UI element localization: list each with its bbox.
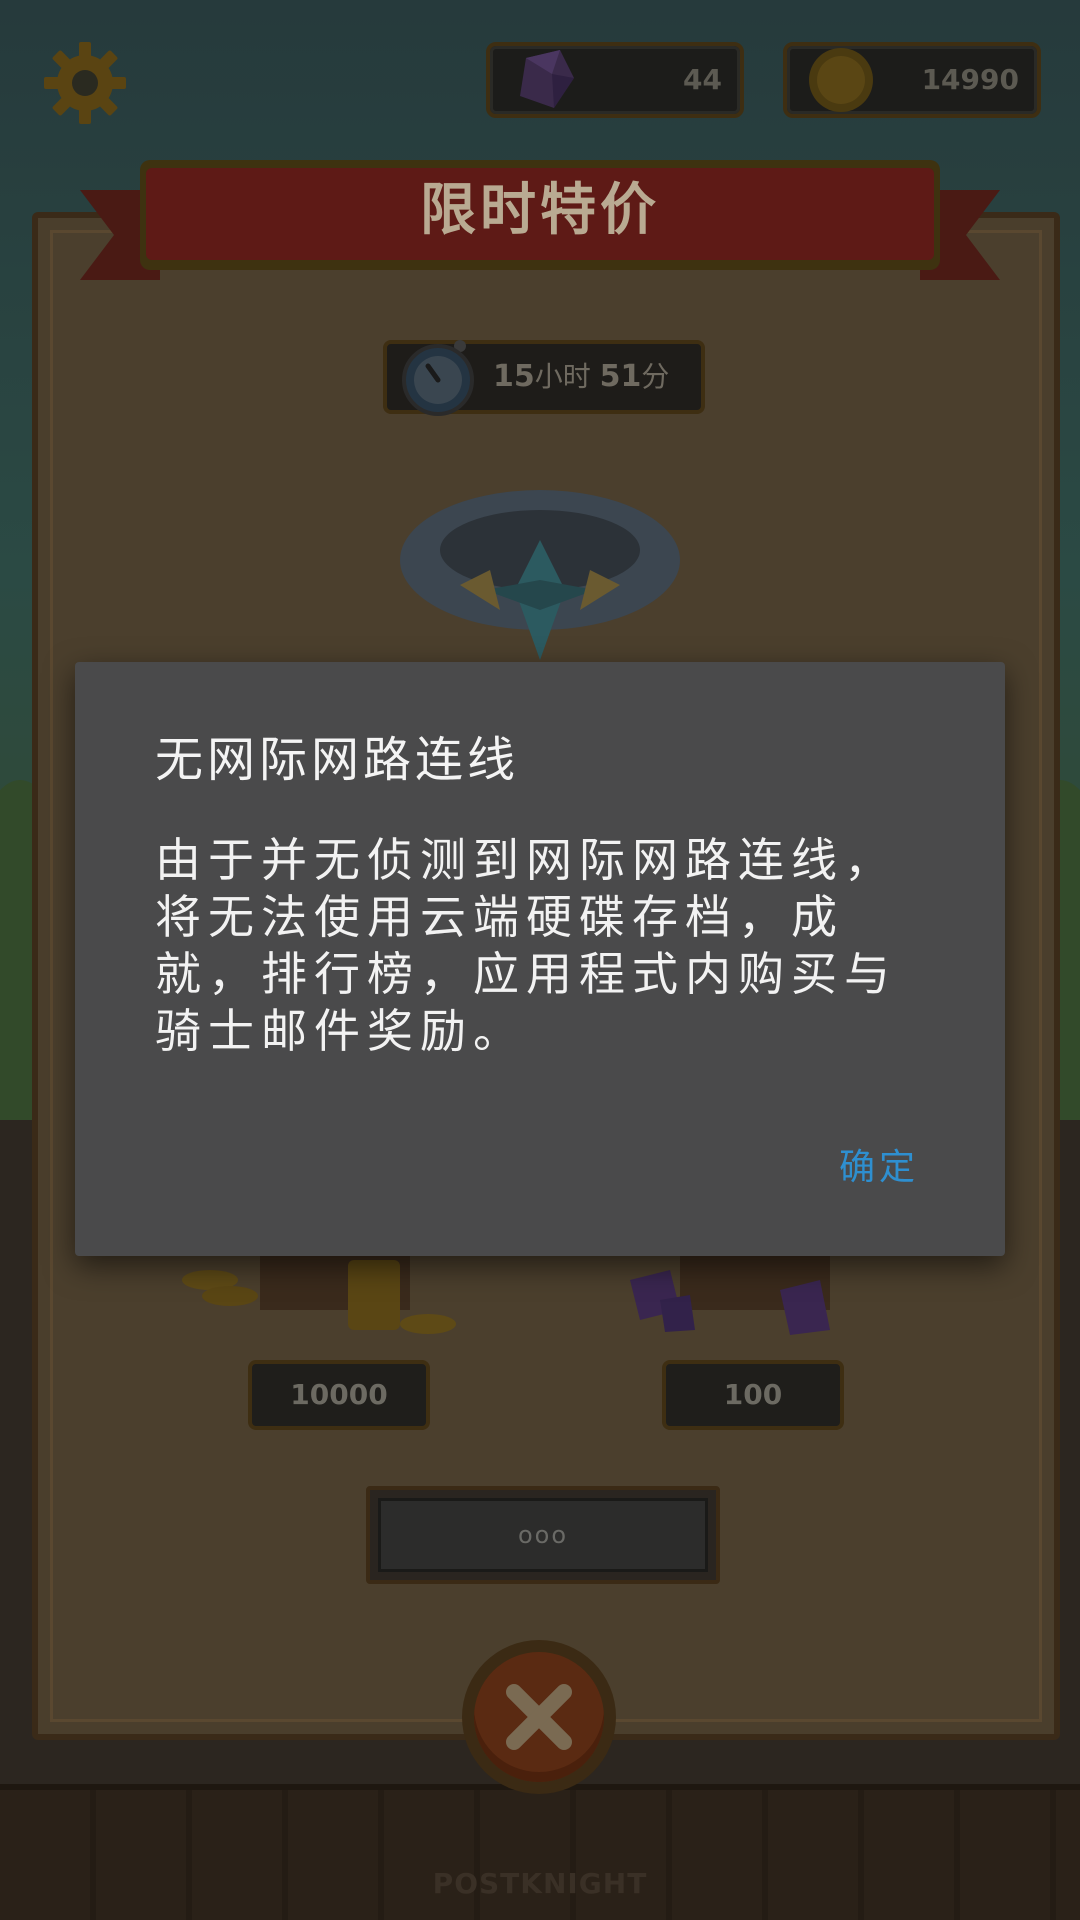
buy-button-label: ooo: [517, 1521, 569, 1549]
no-connection-dialog: 无网际网路连线 由于并无侦测到网际网路连线，将无法使用云端硬碟存档，成就，排行榜…: [75, 662, 1005, 1256]
close-icon: [506, 1684, 572, 1750]
timer-hours-unit: 小时: [534, 360, 591, 393]
timer-minutes-unit: 分: [641, 360, 670, 393]
buy-button[interactable]: ooo: [366, 1486, 720, 1584]
coin-pack-amount: 10000: [248, 1360, 430, 1430]
close-button-face: [474, 1652, 604, 1782]
coin-barrel-icon: [182, 1240, 456, 1334]
timer-minutes: 51: [599, 359, 642, 394]
gem-counter[interactable]: 44: [486, 42, 744, 118]
coin-counter[interactable]: 14990: [783, 42, 1041, 118]
gem-count: 44: [683, 63, 722, 96]
confirm-button[interactable]: 确定: [829, 1132, 929, 1196]
game-logo: POSTKNIGHT: [432, 1867, 648, 1900]
coin-count: 14990: [921, 63, 1019, 96]
buy-button-face: ooo: [378, 1498, 708, 1572]
crystal-ring-icon: [400, 490, 680, 660]
close-button[interactable]: [462, 1640, 616, 1794]
gold-coin-icon: [809, 48, 873, 112]
gem-barrel-icon: [630, 1240, 830, 1335]
dialog-title: 无网际网路连线: [155, 732, 520, 788]
shop-title: 限时特价: [420, 178, 660, 243]
stopwatch-icon: [402, 340, 474, 416]
gear-icon[interactable]: [42, 40, 128, 126]
timer-hours: 15: [493, 359, 535, 394]
purple-gem-icon: [520, 50, 574, 108]
timer-text: 15小时 51分: [493, 344, 669, 410]
dialog-message: 由于并无侦测到网际网路连线，将无法使用云端硬碟存档，成就，排行榜，应用程式内购买…: [155, 833, 897, 1058]
gem-pack-amount: 100: [662, 1360, 844, 1430]
